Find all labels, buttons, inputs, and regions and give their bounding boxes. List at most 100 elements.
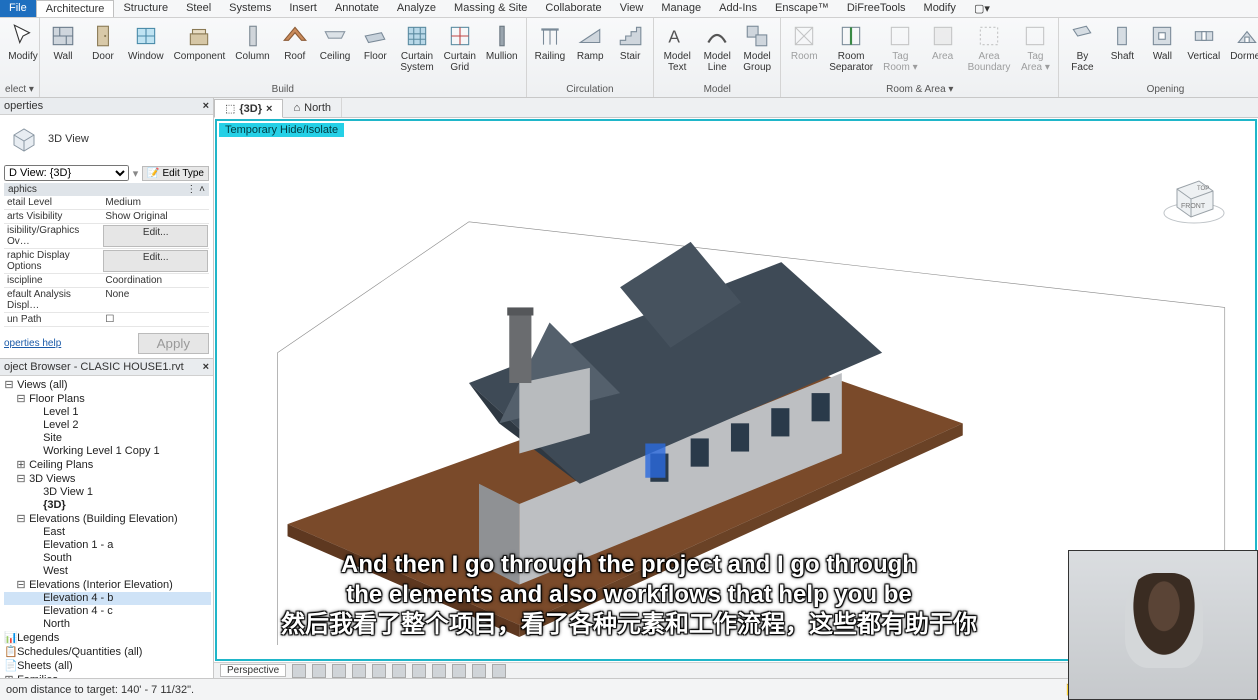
tab-addins[interactable]: Add-Ins <box>710 0 766 17</box>
tree-node[interactable]: North <box>4 618 211 631</box>
railing-button[interactable]: Railing <box>531 20 570 65</box>
prop-row[interactable]: arts VisibilityShow Original <box>4 210 209 224</box>
door-button[interactable]: Door <box>84 20 122 65</box>
tab-insert[interactable]: Insert <box>280 0 326 17</box>
prop-row[interactable]: isciplineCoordination <box>4 274 209 288</box>
browser-tree[interactable]: ⊟ Views (all)⊟ Floor Plans Level 1 Level… <box>0 376 213 678</box>
vc-icon[interactable] <box>492 664 506 678</box>
column-button[interactable]: Column <box>231 20 273 65</box>
tab-massing[interactable]: Massing & Site <box>445 0 536 17</box>
column-icon <box>239 22 267 50</box>
vc-icon[interactable] <box>412 664 426 678</box>
prop-row[interactable]: raphic Display OptionsEdit... <box>4 249 209 274</box>
tree-node[interactable]: 3D View 1 <box>4 486 211 499</box>
tree-node[interactable]: Level 2 <box>4 419 211 432</box>
tree-node[interactable]: ⊟ Elevations (Building Elevation) <box>4 512 211 526</box>
panel-model-label: Model <box>658 83 776 97</box>
tab-structure[interactable]: Structure <box>114 0 177 17</box>
vc-icon[interactable] <box>432 664 446 678</box>
panel-room-label[interactable]: Room & Area ▾ <box>785 83 1054 97</box>
tree-node[interactable]: Elevation 1 - a <box>4 539 211 552</box>
prop-row[interactable]: isibility/Graphics Ov…Edit... <box>4 224 209 249</box>
vc-icon[interactable] <box>392 664 406 678</box>
model-line-button[interactable]: Model Line <box>698 20 736 75</box>
tree-node[interactable]: {3D} <box>4 499 211 512</box>
tree-node[interactable]: ⊟ Elevations (Interior Elevation) <box>4 578 211 592</box>
curtain-grid-button[interactable]: Curtain Grid <box>440 20 480 75</box>
tree-node[interactable]: 📋 Schedules/Quantities (all) <box>4 645 211 659</box>
tree-node[interactable]: 📊 Legends <box>4 631 211 645</box>
view-mode[interactable]: Perspective <box>220 664 286 677</box>
tab-modify[interactable]: Modify <box>915 0 965 17</box>
stair-button[interactable]: Stair <box>611 20 649 65</box>
tab-overflow[interactable]: ▢▾ <box>965 0 999 17</box>
prop-group-graphics[interactable]: aphics⋮ ˄ <box>4 183 209 196</box>
shaft-icon <box>1108 22 1136 50</box>
status-left: oom distance to target: 140' - 7 11/32". <box>6 684 194 696</box>
tree-node[interactable]: ⊟ Views (all) <box>4 378 211 392</box>
tab-systems[interactable]: Systems <box>220 0 280 17</box>
view-tab-close[interactable]: × <box>266 103 272 115</box>
tree-node[interactable]: Working Level 1 Copy 1 <box>4 445 211 458</box>
tab-collaborate[interactable]: Collaborate <box>536 0 610 17</box>
roof-button[interactable]: Roof <box>276 20 314 65</box>
edit-type-button[interactable]: 📝 Edit Type <box>142 166 209 181</box>
opening-wall-button[interactable]: Wall <box>1143 20 1181 65</box>
shaft-button[interactable]: Shaft <box>1103 20 1141 65</box>
tab-view[interactable]: View <box>611 0 653 17</box>
prop-row[interactable]: etail LevelMedium <box>4 196 209 210</box>
tab-file[interactable]: File <box>0 0 36 17</box>
ceiling-button[interactable]: Ceiling <box>316 20 355 65</box>
properties-close[interactable]: × <box>203 100 209 112</box>
browser-close[interactable]: × <box>203 361 209 373</box>
tab-analyze[interactable]: Analyze <box>388 0 445 17</box>
tree-node[interactable]: ⊞ Ceiling Plans <box>4 458 211 472</box>
vc-icon[interactable] <box>352 664 366 678</box>
mullion-button[interactable]: Mullion <box>482 20 522 65</box>
vc-icon[interactable] <box>372 664 386 678</box>
curtain-system-button[interactable]: Curtain System <box>396 20 437 75</box>
window-button[interactable]: Window <box>124 20 168 65</box>
wall-button[interactable]: Wall <box>44 20 82 65</box>
tree-node[interactable]: Elevation 4 - c <box>4 605 211 618</box>
tab-architecture[interactable]: Architecture <box>36 0 115 17</box>
model-text-button[interactable]: AModel Text <box>658 20 696 75</box>
tab-difreetools[interactable]: DiFreeTools <box>838 0 915 17</box>
view-tab-north[interactable]: ⌂ North <box>283 98 342 117</box>
vc-icon[interactable] <box>332 664 346 678</box>
model-group-button[interactable]: Model Group <box>738 20 776 75</box>
panel-select-label[interactable]: elect ▾ <box>4 83 35 97</box>
tree-node[interactable]: ⊟ 3D Views <box>4 472 211 486</box>
tree-node[interactable]: ⊟ Floor Plans <box>4 392 211 406</box>
tree-node[interactable]: Level 1 <box>4 406 211 419</box>
tab-steel[interactable]: Steel <box>177 0 220 17</box>
tree-node[interactable]: South <box>4 552 211 565</box>
prop-row[interactable]: efault Analysis Displ…None <box>4 288 209 313</box>
view-tab-3d[interactable]: ⬚ {3D} × <box>214 99 283 118</box>
tab-enscape[interactable]: Enscape™ <box>766 0 838 17</box>
floor-button[interactable]: Floor <box>356 20 394 65</box>
properties-help-link[interactable]: operties help <box>4 338 61 349</box>
vertical-button[interactable]: Vertical <box>1183 20 1224 65</box>
tab-manage[interactable]: Manage <box>652 0 710 17</box>
byface-button[interactable]: By Face <box>1063 20 1101 75</box>
room-sep-button[interactable]: Room Separator <box>825 20 877 75</box>
tab-annotate[interactable]: Annotate <box>326 0 388 17</box>
vc-icon[interactable] <box>452 664 466 678</box>
tree-node[interactable]: Elevation 4 - b <box>4 592 211 605</box>
tree-node[interactable]: East <box>4 526 211 539</box>
view-cube[interactable]: FRONT TOP <box>1159 161 1229 231</box>
tree-node[interactable]: West <box>4 565 211 578</box>
ramp-button[interactable]: Ramp <box>571 20 609 65</box>
apply-button[interactable]: Apply <box>138 333 209 354</box>
component-button[interactable]: Component <box>170 20 230 65</box>
modify-tool[interactable]: Modify <box>4 20 42 65</box>
vc-icon[interactable] <box>312 664 326 678</box>
prop-row[interactable]: un Path☐ <box>4 313 209 327</box>
view-type-combo[interactable]: D View: {3D} <box>4 165 129 181</box>
dormer-button[interactable]: Dormer <box>1226 20 1258 65</box>
vc-icon[interactable] <box>472 664 486 678</box>
tree-node[interactable]: Site <box>4 432 211 445</box>
vc-icon[interactable] <box>292 664 306 678</box>
tree-node[interactable]: 📄 Sheets (all) <box>4 659 211 673</box>
